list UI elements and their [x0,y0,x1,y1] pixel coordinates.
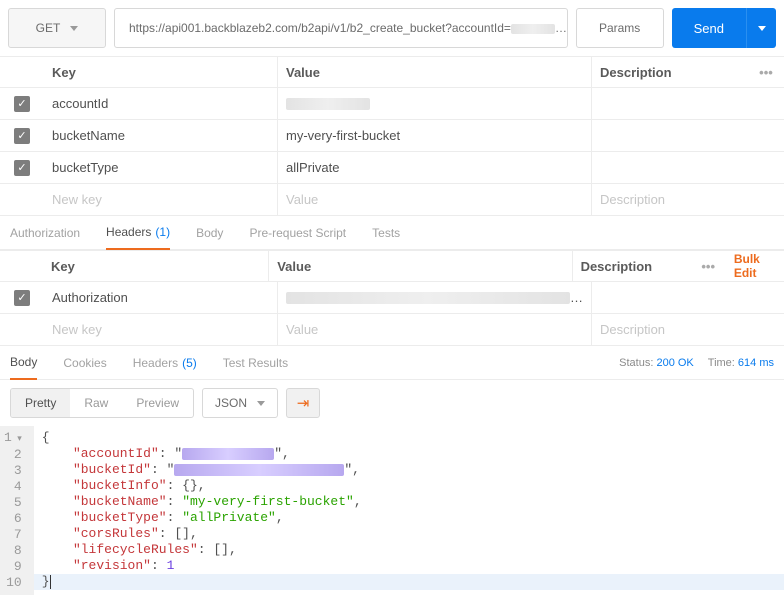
param-description[interactable] [592,120,784,151]
line-gutter: 12345678910 [0,426,34,595]
bulk-edit-link[interactable]: Bulk Edit [734,252,784,280]
tab-prerequest[interactable]: Pre-request Script [249,216,346,249]
param-key[interactable]: bucketType [44,152,278,183]
tab-resp-cookies[interactable]: Cookies [63,346,106,379]
header-key-new[interactable]: New key [44,314,278,345]
table-header-row: Key Value Description ••• [0,56,784,88]
header-value-new[interactable]: Value [278,314,592,345]
response-time: 614 ms [738,357,774,369]
param-value-new[interactable]: Value [278,184,592,215]
wrap-lines-button[interactable]: ⇥ [286,388,320,418]
param-description[interactable] [592,88,784,119]
col-description: Description [573,251,691,281]
chevron-down-icon [758,26,766,31]
row-checkbox[interactable] [14,96,30,112]
more-icon[interactable]: ••• [748,57,784,87]
format-select[interactable]: JSON [202,388,278,418]
code-area: { "accountId": "", "bucketId": "", "buck… [34,426,784,595]
col-description: Description [592,57,748,87]
tab-body[interactable]: Body [196,216,223,249]
param-description[interactable] [592,152,784,183]
row-checkbox[interactable] [14,290,30,306]
table-row-new: New key Value Description [0,314,784,346]
header-value[interactable]: … [278,282,592,313]
chevron-down-icon [70,26,78,31]
table-row: Authorization … [0,282,784,314]
view-raw[interactable]: Raw [70,389,122,417]
tab-headers[interactable]: Headers(1) [106,217,170,250]
row-checkbox[interactable] [14,128,30,144]
header-description[interactable] [592,282,784,313]
param-description-new[interactable]: Description [592,184,784,215]
chevron-down-icon [257,401,265,406]
tab-authorization[interactable]: Authorization [10,216,80,249]
query-params-table: Key Value Description ••• accountId buck… [0,56,784,216]
send-dropdown[interactable] [746,8,776,48]
row-checkbox[interactable] [14,160,30,176]
param-value[interactable]: my-very-first-bucket [278,120,592,151]
param-value[interactable]: allPrivate [278,152,592,183]
url-text: https://api001.backblazeb2.com/b2api/v1/… [129,21,567,35]
tab-resp-headers[interactable]: Headers(5) [133,346,197,379]
response-status: Status: 200 OK Time: 614 ms [619,357,774,369]
param-key[interactable]: bucketName [44,120,278,151]
url-input[interactable]: https://api001.backblazeb2.com/b2api/v1/… [114,8,568,48]
view-preview[interactable]: Preview [122,389,193,417]
request-tabs: Authorization Headers(1) Body Pre-reques… [0,216,784,250]
table-row: accountId [0,88,784,120]
header-description-new[interactable]: Description [592,314,784,345]
param-key-new[interactable]: New key [44,184,278,215]
table-header-row: Key Value Description ••• Bulk Edit [0,250,784,282]
view-pretty[interactable]: Pretty [11,389,70,417]
http-method-select[interactable]: GET [8,8,106,48]
param-value[interactable] [278,88,592,119]
col-value: Value [269,251,572,281]
request-bar: GET https://api001.backblazeb2.com/b2api… [0,0,784,56]
col-key: Key [44,57,278,87]
status-code: 200 OK [656,357,693,369]
header-key[interactable]: Authorization [44,282,278,313]
view-mode-segment: Pretty Raw Preview [10,388,194,418]
tab-resp-body[interactable]: Body [10,347,37,380]
params-button[interactable]: Params [576,8,664,48]
more-icon[interactable]: ••• [691,251,726,281]
response-tabs: Body Cookies Headers(5) Test Results Sta… [0,346,784,380]
col-key: Key [43,251,269,281]
tab-resp-tests[interactable]: Test Results [223,346,288,379]
headers-table: Key Value Description ••• Bulk Edit Auth… [0,250,784,346]
tab-tests[interactable]: Tests [372,216,400,249]
send-group: Send [672,8,776,48]
body-toolbar: Pretty Raw Preview JSON ⇥ [0,380,784,426]
col-value: Value [278,57,592,87]
param-key[interactable]: accountId [44,88,278,119]
table-row: bucketName my-very-first-bucket [0,120,784,152]
table-row-new: New key Value Description [0,184,784,216]
response-editor[interactable]: 12345678910 { "accountId": "", "bucketId… [0,426,784,595]
table-row: bucketType allPrivate [0,152,784,184]
send-button[interactable]: Send [672,8,746,48]
http-method-label: GET [36,21,61,35]
